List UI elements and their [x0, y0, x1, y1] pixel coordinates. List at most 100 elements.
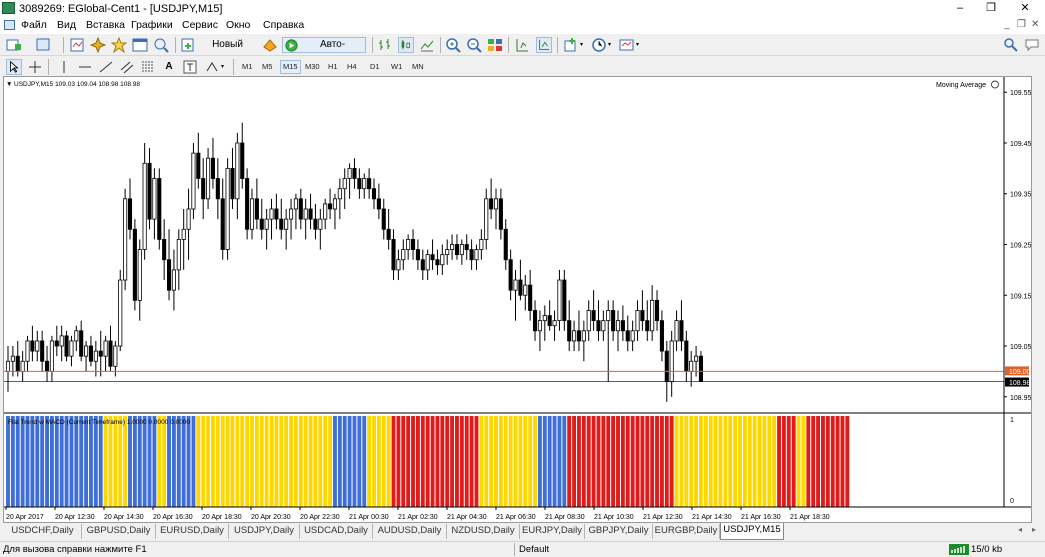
timeframe-d1[interactable]: D1: [368, 60, 382, 74]
flat-trend-bar: [640, 416, 645, 507]
mdi-minimize-button[interactable]: _: [1004, 19, 1010, 30]
auto-trading-button[interactable]: Авто-торговля: [282, 37, 366, 66]
zoom-out-icon[interactable]: [466, 37, 482, 53]
flat-trend-bar: [35, 416, 40, 507]
timeframe-h1[interactable]: H1: [326, 60, 340, 74]
metaeditor-icon[interactable]: [262, 37, 278, 53]
horizontal-line-icon[interactable]: [77, 59, 93, 75]
crosshair-icon[interactable]: [27, 59, 43, 75]
timeframe-m1[interactable]: M1: [240, 60, 254, 74]
new-order-button[interactable]: Новый ордер: [180, 37, 258, 66]
subwindow-tick-label: 0: [1010, 498, 1014, 505]
minimize-button[interactable]: –: [945, 0, 975, 17]
chart-tab[interactable]: NZDUSD,Daily: [447, 524, 520, 539]
indicators-dropdown-icon[interactable]: ▾: [580, 41, 583, 48]
app-icon: [2, 2, 15, 14]
bar-chart-icon[interactable]: [377, 37, 393, 53]
chart-window[interactable]: ▼ USDJPY,M15 109.03 109.04 108.98 108.98 M…: [3, 76, 1032, 523]
tabs-scroll-right-icon[interactable]: ▸: [1032, 525, 1036, 534]
timeframe-w1[interactable]: W1: [389, 60, 404, 74]
arrows-icon[interactable]: [204, 59, 220, 75]
indicators-icon[interactable]: [563, 37, 579, 53]
chart-tab[interactable]: EURGBP,Daily: [653, 524, 720, 539]
candle-body: [25, 340, 30, 362]
time-tick-label: 21 Apr 04:30: [447, 514, 487, 521]
text-label-icon[interactable]: [182, 59, 198, 75]
timeframe-m5[interactable]: M5: [260, 60, 274, 74]
flat-trend-bar: [415, 416, 420, 507]
new-chart-icon[interactable]: [6, 37, 22, 53]
chart-tab[interactable]: USDJPY,Daily: [229, 524, 300, 539]
chart-tab[interactable]: USDCHF,Daily: [4, 524, 82, 539]
candle-body: [40, 340, 45, 362]
channel-icon[interactable]: [119, 59, 135, 75]
chart-tab[interactable]: EURUSD,Daily: [156, 524, 229, 539]
chart-shift-icon[interactable]: [514, 37, 530, 53]
vertical-line-icon[interactable]: [56, 59, 72, 75]
candle-body: [332, 198, 338, 210]
toolbar-separator: [48, 59, 49, 75]
strategy-tester-icon[interactable]: [153, 37, 169, 53]
flat-trend-bar: [830, 416, 835, 507]
line-chart-icon[interactable]: [419, 37, 435, 53]
candle-body: [225, 167, 230, 250]
chart-tab[interactable]: EURJPY,Daily: [520, 524, 585, 539]
chat-icon[interactable]: [1024, 37, 1040, 53]
periods-dropdown-icon[interactable]: ▾: [608, 41, 611, 48]
candle-body: [15, 355, 20, 372]
fibonacci-icon[interactable]: [140, 59, 156, 75]
menu-window[interactable]: Окно: [226, 19, 250, 31]
candle-body: [157, 178, 162, 240]
zoom-in-icon[interactable]: [445, 37, 461, 53]
arrows-dropdown-icon[interactable]: ▾: [221, 63, 224, 70]
mdi-close-button[interactable]: ✕: [1031, 19, 1039, 30]
chart-tab[interactable]: AUDUSD,Daily: [373, 524, 447, 539]
timeframe-h4[interactable]: H4: [345, 60, 359, 74]
mdi-restore-button[interactable]: ❐: [1017, 19, 1026, 30]
restore-button[interactable]: ❐: [976, 0, 1006, 17]
terminal-icon[interactable]: [132, 37, 148, 53]
favorites-icon[interactable]: [111, 37, 127, 53]
chart-tab[interactable]: USDJPY,M15: [720, 523, 784, 540]
menu-tools[interactable]: Сервис: [182, 19, 218, 31]
flat-trend-bar: [215, 416, 220, 507]
tabs-scroll-left-icon[interactable]: ◂: [1018, 525, 1022, 534]
cursor-icon[interactable]: [6, 59, 22, 75]
tile-windows-icon[interactable]: [487, 37, 503, 53]
chart-tab[interactable]: USDCAD,Daily: [300, 524, 373, 539]
candlestick-icon[interactable]: [398, 37, 414, 53]
candle-body: [669, 340, 674, 382]
text-tool[interactable]: A: [162, 59, 176, 75]
candle-body: [611, 310, 616, 332]
document-icon[interactable]: [4, 20, 15, 30]
trendline-icon[interactable]: [98, 59, 114, 75]
profiles-icon[interactable]: [36, 37, 52, 53]
candle-body: [288, 208, 294, 220]
chart-tab[interactable]: GBPJPY,Daily: [585, 524, 653, 539]
menu-charts[interactable]: Графики: [131, 19, 173, 31]
candle-body: [303, 208, 308, 220]
candle-body: [513, 279, 518, 291]
candle-body: [620, 320, 625, 332]
templates-icon[interactable]: [619, 37, 635, 53]
chart-canvas[interactable]: ▼ USDJPY,M15 109.03 109.04 108.98 108.98 M…: [4, 77, 1031, 522]
menu-view[interactable]: Вид: [57, 19, 76, 31]
market-watch-icon[interactable]: [69, 37, 85, 53]
flat-trend-bar: [777, 416, 781, 507]
templates-dropdown-icon[interactable]: ▾: [636, 41, 639, 48]
menu-file[interactable]: Файл: [21, 19, 47, 31]
auto-scroll-icon[interactable]: [536, 37, 552, 53]
timeframe-mn[interactable]: MN: [410, 60, 426, 74]
timeframe-m15[interactable]: M15: [280, 60, 301, 74]
menu-insert[interactable]: Вставка: [86, 19, 125, 31]
flat-trend-bar: [552, 416, 557, 507]
flat-trend-bar: [479, 416, 484, 507]
periods-icon[interactable]: [591, 37, 607, 53]
chart-tab[interactable]: GBPUSD,Daily: [82, 524, 156, 539]
menu-help[interactable]: Справка: [263, 19, 304, 31]
close-button[interactable]: ✕: [1010, 0, 1040, 17]
search-icon[interactable]: [1003, 37, 1019, 53]
timeframe-m30[interactable]: M30: [303, 60, 322, 74]
flat-trend-bar: [572, 416, 577, 507]
navigator-icon[interactable]: [90, 37, 106, 53]
